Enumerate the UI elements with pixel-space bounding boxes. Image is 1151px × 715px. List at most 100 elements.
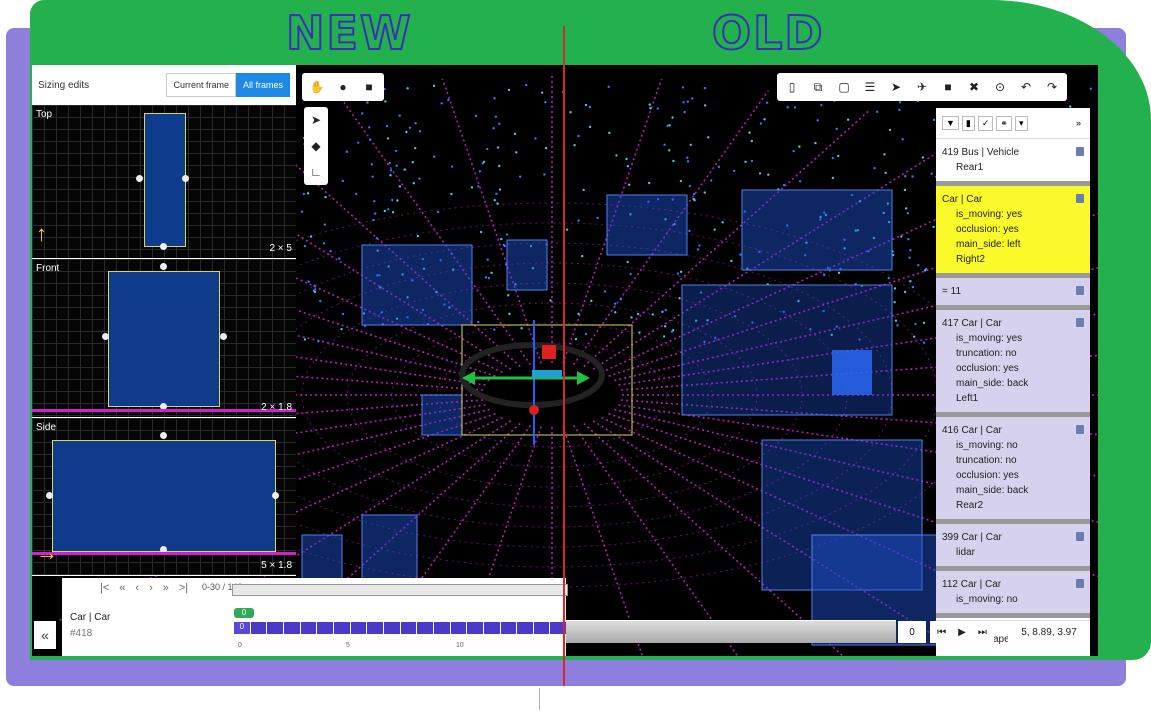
resize-handle[interactable]	[182, 175, 189, 182]
color-swatch[interactable]	[1076, 532, 1084, 541]
cone-icon[interactable]: ●	[331, 76, 355, 98]
frame-cell[interactable]	[533, 622, 550, 634]
dropdown-icon[interactable]: ▾	[1014, 115, 1028, 131]
box-side[interactable]	[52, 440, 276, 552]
filter-icon[interactable]: ▼	[942, 116, 959, 130]
expand-panel-icon[interactable]: »	[1073, 117, 1084, 129]
target-icon[interactable]: ⊙	[988, 76, 1012, 98]
object-title: 417 Car | Car	[942, 318, 1002, 329]
frame-cell[interactable]	[333, 622, 350, 634]
fast-forward-icon[interactable]: »	[163, 582, 169, 594]
check-icon[interactable]: ✓	[977, 115, 994, 131]
sliders-icon[interactable]: ☰	[858, 76, 882, 98]
frame-cell[interactable]	[417, 622, 433, 634]
pointer-icon[interactable]: ➤	[884, 76, 908, 98]
resize-handle[interactable]	[46, 492, 53, 499]
frame-track[interactable]: 0	[234, 622, 567, 634]
first-frame-icon[interactable]: |<	[100, 582, 109, 594]
frame-cell[interactable]	[500, 622, 517, 634]
color-swatch[interactable]	[1076, 318, 1084, 327]
resize-handle[interactable]	[160, 432, 167, 439]
resize-handle[interactable]	[136, 175, 143, 182]
timeline-scrubber[interactable]	[232, 584, 568, 596]
object-attribute: occlusion: yes	[956, 470, 1019, 481]
object-card[interactable]: 399 Car | Car lidar	[936, 524, 1090, 571]
color-swatch[interactable]	[1076, 579, 1084, 588]
redo-icon[interactable]: ↷	[1040, 76, 1064, 98]
layers-icon[interactable]: ⧉	[806, 76, 830, 98]
object-card[interactable]: 416 Car | Car is_moving: no truncation: no…	[936, 417, 1090, 524]
page-icon[interactable]: ▯	[780, 76, 804, 98]
current-frame-button[interactable]: Current frame	[166, 73, 236, 97]
frame-cell[interactable]	[283, 622, 300, 634]
fast-back-icon[interactable]: «	[119, 582, 125, 594]
next-frame-icon[interactable]: ⏭	[978, 627, 987, 638]
square-icon[interactable]: ■	[357, 76, 381, 98]
last-frame-icon[interactable]: >|	[179, 582, 188, 594]
object-attribute: is_moving: no	[956, 594, 1018, 605]
link-icon[interactable]: ⚭	[996, 115, 1012, 131]
top-view[interactable]: Top ↑ 2 × 5	[32, 105, 296, 259]
frame-scope-toggle[interactable]: Current frame All frames	[166, 73, 290, 97]
frame-cell[interactable]	[400, 622, 417, 634]
object-attribute: Right2	[956, 254, 985, 265]
frame-cell[interactable]	[450, 622, 467, 634]
object-card[interactable]: 419 Bus | Vehicle Rear1	[936, 139, 1090, 186]
object-title: 416 Car | Car	[942, 425, 1002, 436]
frame-cell[interactable]	[383, 622, 400, 634]
side-view[interactable]: Side → 5 × 1.8	[32, 418, 296, 576]
collapse-button[interactable]: «	[34, 621, 56, 649]
track-object-label: Car | Car	[70, 612, 111, 623]
cursor-icon[interactable]: ➤	[304, 107, 328, 133]
corner-icon[interactable]: ∟	[304, 159, 328, 185]
color-swatch[interactable]	[1076, 147, 1084, 156]
frame-cell[interactable]	[350, 622, 367, 634]
coordinates-readout: 5, 8.89, 3.97	[1008, 621, 1090, 643]
resize-handle[interactable]	[160, 243, 167, 250]
frame-cell[interactable]	[300, 622, 317, 634]
hand-icon[interactable]: ✋	[305, 76, 329, 98]
color-swatch[interactable]	[1076, 286, 1084, 295]
box-icon[interactable]: ■	[936, 76, 960, 98]
color-swatch[interactable]	[1076, 425, 1084, 434]
box-top[interactable]	[144, 113, 186, 247]
frame-cell[interactable]: 0	[234, 622, 250, 634]
tick-label: 0	[238, 642, 242, 649]
object-card[interactable]: Car | Car is_moving: yes occlusion: yes mai…	[936, 186, 1090, 278]
back-icon[interactable]: ‹	[135, 582, 139, 594]
object-card[interactable]: 417 Car | Car is_moving: yes truncation: n…	[936, 310, 1090, 417]
all-frames-button[interactable]: All frames	[235, 73, 290, 97]
object-card[interactable]: 112 Car | Car is_moving: no	[936, 571, 1090, 618]
frame-cell[interactable]	[250, 622, 267, 634]
ground-points	[32, 409, 296, 412]
frame-cell[interactable]	[267, 622, 283, 634]
frame-cell[interactable]	[367, 622, 383, 634]
new-header: NEW	[285, 5, 413, 61]
undo-icon[interactable]: ↶	[1014, 76, 1038, 98]
front-view[interactable]: Front 2 × 1.8	[32, 259, 296, 418]
doc-icon[interactable]: ▢	[832, 76, 856, 98]
old-timeline-bar[interactable]	[566, 620, 896, 643]
prev-frame-icon[interactable]: ⏮	[937, 627, 946, 638]
forward-icon[interactable]: ›	[149, 582, 153, 594]
box-front[interactable]	[108, 271, 220, 407]
resize-handle[interactable]	[102, 333, 109, 340]
object-title: 399 Car | Car	[942, 532, 1002, 543]
frame-cell[interactable]	[483, 622, 500, 634]
frame-cell[interactable]	[433, 622, 450, 634]
play-icon[interactable]: ▶	[958, 627, 966, 638]
cube-icon[interactable]: ◆	[304, 133, 328, 159]
frame-input[interactable]: 0	[898, 621, 926, 643]
resize-handle[interactable]	[272, 492, 279, 499]
resize-handle[interactable]	[160, 263, 167, 270]
object-card[interactable]: = 11	[936, 278, 1090, 310]
frame-cell[interactable]	[317, 622, 333, 634]
frame-cell[interactable]	[517, 622, 533, 634]
color-swatch[interactable]	[1076, 194, 1084, 203]
trash-icon[interactable]: ▮	[961, 115, 975, 131]
expand-icon[interactable]: ✖	[962, 76, 986, 98]
resize-handle[interactable]	[220, 333, 227, 340]
sizing-title: Sizing edits	[38, 79, 90, 91]
frame-cell[interactable]	[467, 622, 483, 634]
plane-icon[interactable]: ✈	[910, 76, 934, 98]
